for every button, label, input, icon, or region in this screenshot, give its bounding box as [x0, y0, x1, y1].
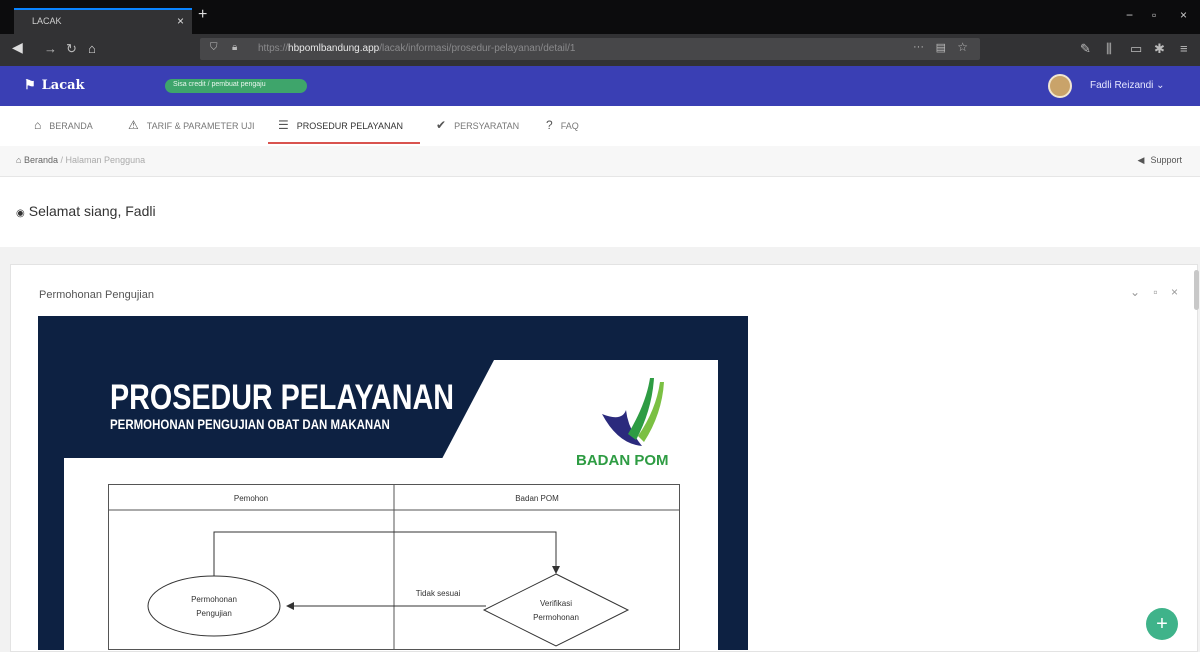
flowchart: Pemohon Badan POM Permohonan Pengujian V…: [108, 484, 680, 650]
maximize-button[interactable]: ▫: [1152, 8, 1156, 22]
lock-icon[interactable]: 🔒︎: [232, 42, 237, 53]
active-tab-indicator: [268, 142, 420, 144]
nav-item-prosedur[interactable]: ☰ PROSEDUR PELAYANAN: [278, 118, 403, 132]
greeting-bar: ◉ Selamat siang, Fadli: [0, 177, 1200, 247]
node-verify-line2: Permohonan: [533, 613, 579, 622]
poster-brand: BADAN POM: [576, 452, 669, 469]
page-actions-icon[interactable]: ···: [913, 41, 924, 53]
new-tab-button[interactable]: +: [198, 6, 207, 24]
megaphone-icon: ◀: [1137, 155, 1145, 165]
main-nav: ⌂ BERANDA ⚠ TARIF & PARAMETER UJI ☰ PROSEDU…: [0, 106, 1200, 146]
warning-icon: ⚠: [128, 118, 139, 132]
breadcrumb-current: Halaman Pengguna: [65, 155, 146, 165]
nav-item-tarif[interactable]: ⚠ TARIF & PARAMETER UJI: [128, 118, 254, 132]
list-icon: ☰: [278, 118, 289, 132]
window-close-button[interactable]: ×: [1180, 8, 1187, 22]
library-icon[interactable]: ⫼: [1106, 41, 1112, 57]
support-link[interactable]: ◀ Support: [1138, 155, 1182, 166]
app-logo[interactable]: ⚑ Lacak: [24, 78, 85, 93]
reader-view-icon[interactable]: ▤: [936, 41, 946, 54]
reload-icon[interactable]: ↻: [66, 41, 77, 57]
avatar[interactable]: [1048, 74, 1072, 98]
check-icon: ✔: [436, 118, 447, 132]
nav-item-persyaratan[interactable]: ✔ PERSYARATAN: [436, 118, 519, 132]
shield-icon[interactable]: ⛉: [210, 42, 218, 53]
menu-icon[interactable]: ≡: [1180, 41, 1188, 56]
home-icon[interactable]: ⌂: [88, 41, 96, 56]
home-icon: ⌂: [34, 118, 42, 132]
column-badan-pom: Badan POM: [515, 494, 559, 503]
greeting: ◉ Selamat siang, Fadli: [16, 203, 156, 219]
app-header: ⚑ Lacak Sisa credit / pembuat pengaju Fad…: [0, 66, 1200, 106]
sidebar-icon[interactable]: ▭: [1130, 41, 1142, 57]
add-button[interactable]: +: [1146, 608, 1178, 640]
back-icon[interactable]: ◀: [12, 39, 23, 56]
url-bar[interactable]: ⛉ 🔒︎ https://hbpomlbandung.app/lacak/inf…: [200, 38, 980, 60]
browser-tab[interactable]: LACAK ×: [14, 8, 192, 34]
url-text[interactable]: https://hbpomlbandung.app/lacak/informas…: [258, 43, 575, 54]
node-request-line2: Pengujian: [196, 609, 232, 618]
status-badge: Sisa credit / pembuat pengaju: [165, 79, 307, 93]
minimize-button[interactable]: −: [1126, 8, 1133, 22]
help-icon: ?: [546, 118, 553, 132]
node-request-line1: Permohonan: [191, 595, 237, 604]
addon-icon[interactable]: ✱: [1154, 41, 1165, 57]
scrollbar-thumb[interactable]: [1194, 270, 1199, 310]
breadcrumb-separator: /: [60, 155, 64, 165]
panel-tools[interactable]: ⌄ ▫ ×: [1130, 285, 1183, 299]
column-pemohon: Pemohon: [234, 494, 268, 503]
forward-icon[interactable]: →: [44, 41, 57, 56]
tab-close-icon[interactable]: ×: [177, 14, 184, 28]
panel-title: Permohonan Pengujian: [39, 289, 154, 301]
home-icon: ⌂: [16, 155, 22, 165]
logo-icon: ⚑: [24, 78, 36, 93]
badan-pom-logo-icon: [602, 378, 664, 446]
breadcrumb-bar: ⌂ Beranda / Halaman Pengguna ◀ Support: [0, 146, 1200, 177]
nav-item-beranda[interactable]: ⌂ BERANDA: [34, 118, 93, 132]
breadcrumb-home[interactable]: Beranda: [24, 155, 58, 165]
browser-nav-bar: ◀ → ↻ ⌂ ⛉ 🔒︎ https://hbpomlbandung.app/l…: [0, 34, 1200, 66]
browser-tab-bar: LACAK × + − ▫ ×: [0, 0, 1200, 34]
node-verify-line1: Verifikasi: [540, 599, 572, 608]
sun-icon: ◉: [16, 208, 25, 219]
poster-subtitle: PERMOHONAN PENGUJIAN OBAT DAN MAKANAN: [110, 416, 390, 432]
nav-item-faq[interactable]: ? FAQ: [546, 118, 579, 132]
poster-title: PROSEDUR PELAYANAN: [110, 378, 454, 417]
extension-icon[interactable]: ✎: [1080, 41, 1091, 57]
user-menu[interactable]: Fadli Reizandi ⌄: [1090, 80, 1165, 91]
procedure-poster: PROSEDUR PELAYANAN PERMOHONAN PENGUJIAN …: [38, 316, 748, 650]
node-permohonan-pengujian: [147, 575, 281, 637]
browser-tab-title: LACAK: [32, 16, 62, 26]
edge-label-tidak-sesuai: Tidak sesuai: [416, 589, 461, 598]
bookmark-star-icon[interactable]: ☆: [957, 40, 968, 54]
breadcrumb: ⌂ Beranda / Halaman Pengguna: [16, 155, 145, 165]
